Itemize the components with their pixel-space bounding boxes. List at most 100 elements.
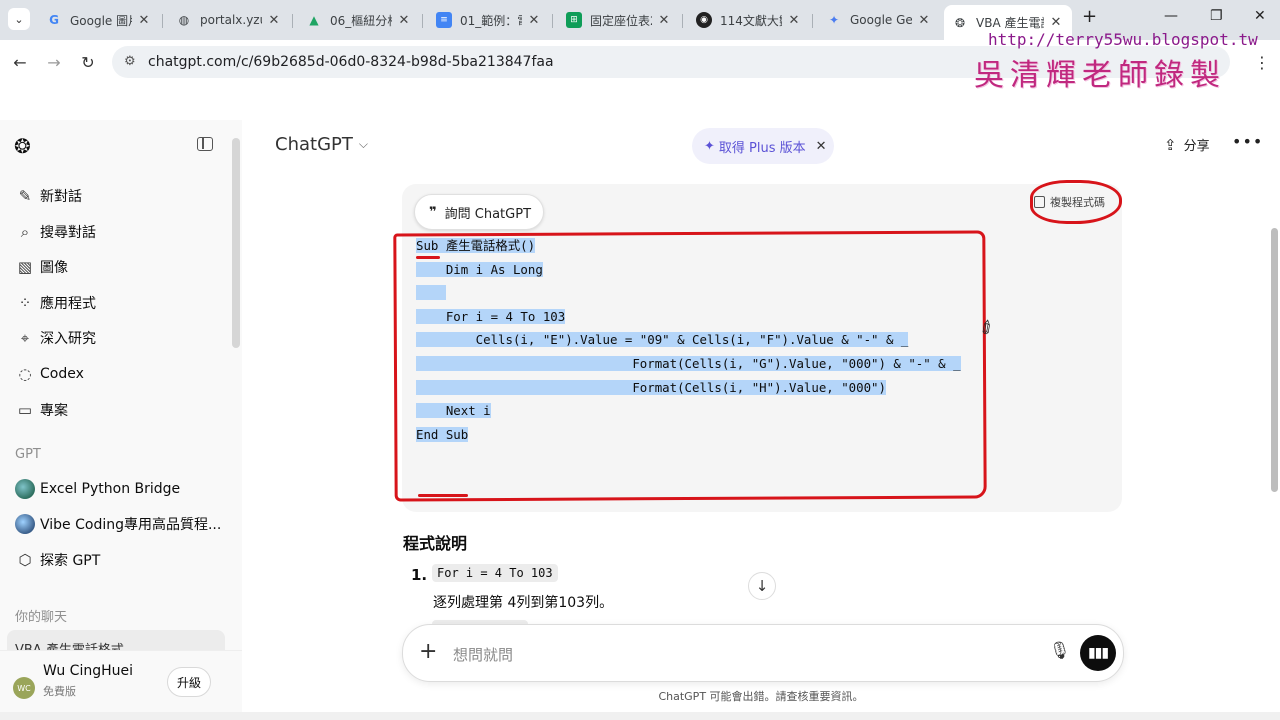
sidebar-item-label: 新對話 — [40, 189, 82, 205]
upgrade-button[interactable]: 升級 — [167, 667, 211, 697]
site-info-icon[interactable]: ⚙ — [124, 54, 136, 69]
gpt-avatar — [15, 514, 35, 534]
close-tab-icon[interactable]: ✕ — [266, 13, 282, 28]
sidebar: ❂ ✎ 新對話 ⌕ 搜尋對話 ▧ 圖像 ⁘ 應用程式 ⌖ 深入研究 ◌ Code… — [0, 120, 242, 720]
openai-logo-icon[interactable]: ❂ — [14, 134, 31, 158]
inline-code: For i = 4 To 103 — [432, 564, 558, 582]
new-tab-icon[interactable]: + — [1082, 6, 1097, 27]
watermark-name: 吳清輝老師錄製 — [974, 58, 1226, 93]
browser-tab[interactable]: ▲ 06_樞紐分析 ✕ — [298, 5, 420, 35]
browser-tab[interactable]: ✦ Google Gen ✕ — [818, 5, 940, 35]
model-name: ChatGPT — [275, 134, 353, 155]
more-options-icon[interactable]: ••• — [1232, 132, 1263, 151]
record-icon: ◉ — [696, 12, 712, 28]
close-window-icon[interactable]: ✕ — [1254, 8, 1266, 24]
red-underline — [418, 494, 468, 497]
edit-icon: ✎ — [18, 187, 32, 205]
sidebar-item-new-chat[interactable]: ✎ 新對話 — [16, 184, 82, 208]
telescope-icon: ⌖ — [20, 329, 30, 347]
close-tab-icon[interactable]: ✕ — [916, 13, 932, 28]
reload-icon[interactable]: ↻ — [76, 50, 100, 74]
sidebar-item-apps[interactable]: ⁘ 應用程式 — [16, 291, 96, 315]
scroll-down-icon[interactable]: ↓ — [748, 572, 776, 600]
sidebar-explore-gpts[interactable]: ⬡ 探索 GPT — [16, 548, 100, 572]
sidebar-item-label: Excel Python Bridge — [40, 481, 181, 497]
ask-chatgpt-label: 詢問 ChatGPT — [444, 206, 532, 222]
sidebar-item-label: 專案 — [40, 403, 68, 419]
url-text: chatgpt.com/c/69b2685d-06d0-8324-b98d-5b… — [148, 54, 554, 70]
ask-chatgpt-button[interactable]: ❞ 詢問 ChatGPT — [414, 194, 544, 230]
sidebar-gpt-item[interactable]: Vibe Coding專用高品質程... — [15, 512, 221, 536]
voice-mode-icon[interactable]: ▮▮▮ — [1080, 635, 1116, 671]
sidebar-item-codex[interactable]: ◌ Codex — [16, 362, 84, 386]
globe-icon: ◍ — [178, 13, 190, 27]
sidebar-item-label: 探索 GPT — [40, 553, 101, 569]
image-icon: ▧ — [17, 258, 33, 276]
share-icon: ⇪ — [1164, 135, 1177, 154]
browser-tab[interactable]: ◉ 114文獻大數 ✕ — [688, 5, 810, 35]
message-input[interactable]: 想問就問 — [453, 644, 513, 665]
chevron-down-icon: ⌵ — [358, 137, 368, 151]
sidebar-gpt-item[interactable]: Excel Python Bridge — [15, 477, 180, 501]
tab-title: 固定座位表2 — [590, 13, 652, 28]
model-selector[interactable]: ChatGPT ⌵ — [275, 134, 368, 155]
sparkle-icon: ✦ — [704, 138, 715, 154]
sidebar-scrollbar[interactable] — [232, 138, 240, 348]
minimize-icon[interactable]: — — [1164, 8, 1178, 24]
red-annotation-box — [393, 230, 987, 502]
close-tab-icon[interactable]: ✕ — [786, 13, 802, 28]
sidebar-item-search[interactable]: ⌕ 搜尋對話 — [16, 220, 96, 244]
close-tab-icon[interactable]: ✕ — [656, 13, 672, 28]
sheets-icon: ⊞ — [566, 12, 582, 28]
tab-search-button[interactable]: ⌄ — [8, 8, 30, 30]
close-tab-icon[interactable]: ✕ — [136, 13, 152, 28]
tab-title: VBA 產生電話 — [976, 16, 1044, 30]
microphone-icon[interactable]: 🎙 — [1049, 641, 1071, 661]
sidebar-item-images[interactable]: ▧ 圖像 — [16, 255, 68, 279]
watermark-url: http://terry55wu.blogspot.tw — [988, 30, 1258, 49]
tab-title: 06_樞紐分析 — [330, 13, 392, 28]
browser-tab[interactable]: ◍ portalx.yzu. ✕ — [168, 5, 290, 35]
message-composer[interactable]: + 想問就問 🎙 ▮▮▮ — [402, 624, 1124, 682]
add-attachment-icon[interactable]: + — [419, 639, 437, 664]
list-number: 1. — [411, 566, 428, 584]
search-icon: ⌕ — [20, 223, 30, 241]
tab-title: 01_範例：電 — [460, 13, 522, 28]
close-icon[interactable]: ✕ — [816, 139, 827, 154]
sidebar-item-deep-research[interactable]: ⌖ 深入研究 — [16, 326, 96, 350]
sidebar-toggle-icon[interactable] — [197, 137, 213, 151]
user-plan: 免費版 — [43, 685, 76, 698]
user-name[interactable]: Wu CingHuei — [43, 663, 133, 679]
docs-icon: ≡ — [436, 12, 452, 28]
main-scrollbar[interactable] — [1271, 228, 1278, 492]
chatgpt-icon: ❂ — [954, 15, 966, 30]
menu-icon[interactable]: ⋮ — [1250, 50, 1274, 74]
sidebar-item-label: 圖像 — [40, 260, 68, 276]
forward-icon[interactable]: → — [42, 50, 66, 74]
disclaimer: ChatGPT 可能會出錯。請查核重要資訊。 — [658, 690, 864, 703]
red-annotation-circle — [1030, 180, 1122, 224]
close-tab-icon[interactable]: ✕ — [526, 13, 542, 28]
sidebar-item-label: 深入研究 — [40, 331, 96, 347]
close-tab-icon[interactable]: ✕ — [1048, 15, 1064, 30]
browser-tab[interactable]: G Google 圖片 ✕ — [38, 5, 160, 35]
folder-icon: ▭ — [17, 401, 33, 419]
avatar[interactable]: WC — [13, 677, 35, 699]
gpt-section-title: GPT — [15, 447, 41, 462]
sidebar-item-label: Codex — [40, 366, 84, 382]
close-tab-icon[interactable]: ✕ — [396, 13, 412, 28]
list-item-text: 逐列處理第 4列到第103列。 — [433, 595, 614, 611]
browser-tab[interactable]: ⊞ 固定座位表2 ✕ — [558, 5, 680, 35]
tab-title: portalx.yzu. — [200, 13, 262, 27]
browser-tab[interactable]: ≡ 01_範例：電 ✕ — [428, 5, 550, 35]
sidebar-item-projects[interactable]: ▭ 專案 — [16, 398, 68, 422]
maximize-icon[interactable]: ❐ — [1210, 8, 1223, 24]
back-icon[interactable]: ← — [8, 50, 32, 74]
get-plus-button[interactable]: ✦ 取得 Plus 版本 ✕ — [692, 128, 834, 164]
codex-icon: ◌ — [18, 365, 32, 383]
cube-icon: ⬡ — [18, 551, 32, 569]
sidebar-item-label: 搜尋對話 — [40, 225, 96, 241]
sidebar-item-label: 應用程式 — [40, 296, 96, 312]
share-button[interactable]: ⇪ 分享 — [1164, 135, 1210, 155]
user-panel: WC Wu CingHuei 免費版 升級 — [0, 650, 242, 720]
